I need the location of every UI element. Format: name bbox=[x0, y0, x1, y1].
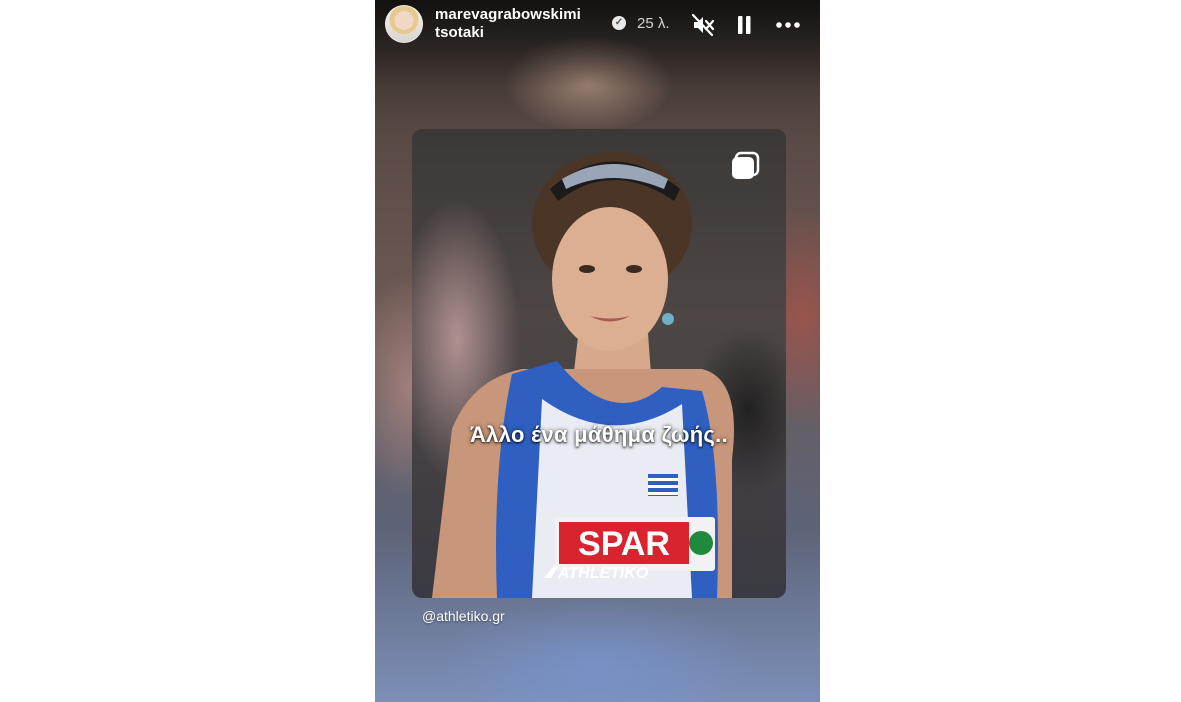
shared-post-card[interactable]: SPAR Άλλο ένα μάθημα ζωής.. ATHLETIKO bbox=[412, 129, 786, 598]
post-caption: Άλλο ένα μάθημα ζωής.. bbox=[469, 422, 729, 447]
story-timestamp: 25 λ. bbox=[637, 15, 670, 32]
volume-muted-icon[interactable] bbox=[688, 10, 718, 40]
bib-sponsor-text: SPAR bbox=[578, 525, 670, 563]
multiple-posts-icon bbox=[732, 151, 760, 179]
more-options-icon[interactable] bbox=[773, 10, 803, 40]
pause-icon[interactable] bbox=[729, 10, 759, 40]
story-header: marevagrabowskimitsotaki ✓ 25 λ. bbox=[375, 0, 820, 50]
story-viewer[interactable]: marevagrabowskimitsotaki ✓ 25 λ. SPAR Άλ… bbox=[375, 0, 820, 702]
mention-sticker[interactable]: @athletiko.gr bbox=[422, 608, 505, 624]
username-link[interactable]: marevagrabowskimitsotaki bbox=[435, 6, 585, 42]
athlete-photo: SPAR bbox=[432, 152, 734, 598]
athletiko-logo: ATHLETIKO bbox=[544, 565, 649, 582]
watermark-text: ATHLETIKO bbox=[557, 565, 649, 582]
profile-avatar[interactable] bbox=[385, 5, 423, 43]
verified-badge-icon: ✓ bbox=[612, 16, 626, 30]
